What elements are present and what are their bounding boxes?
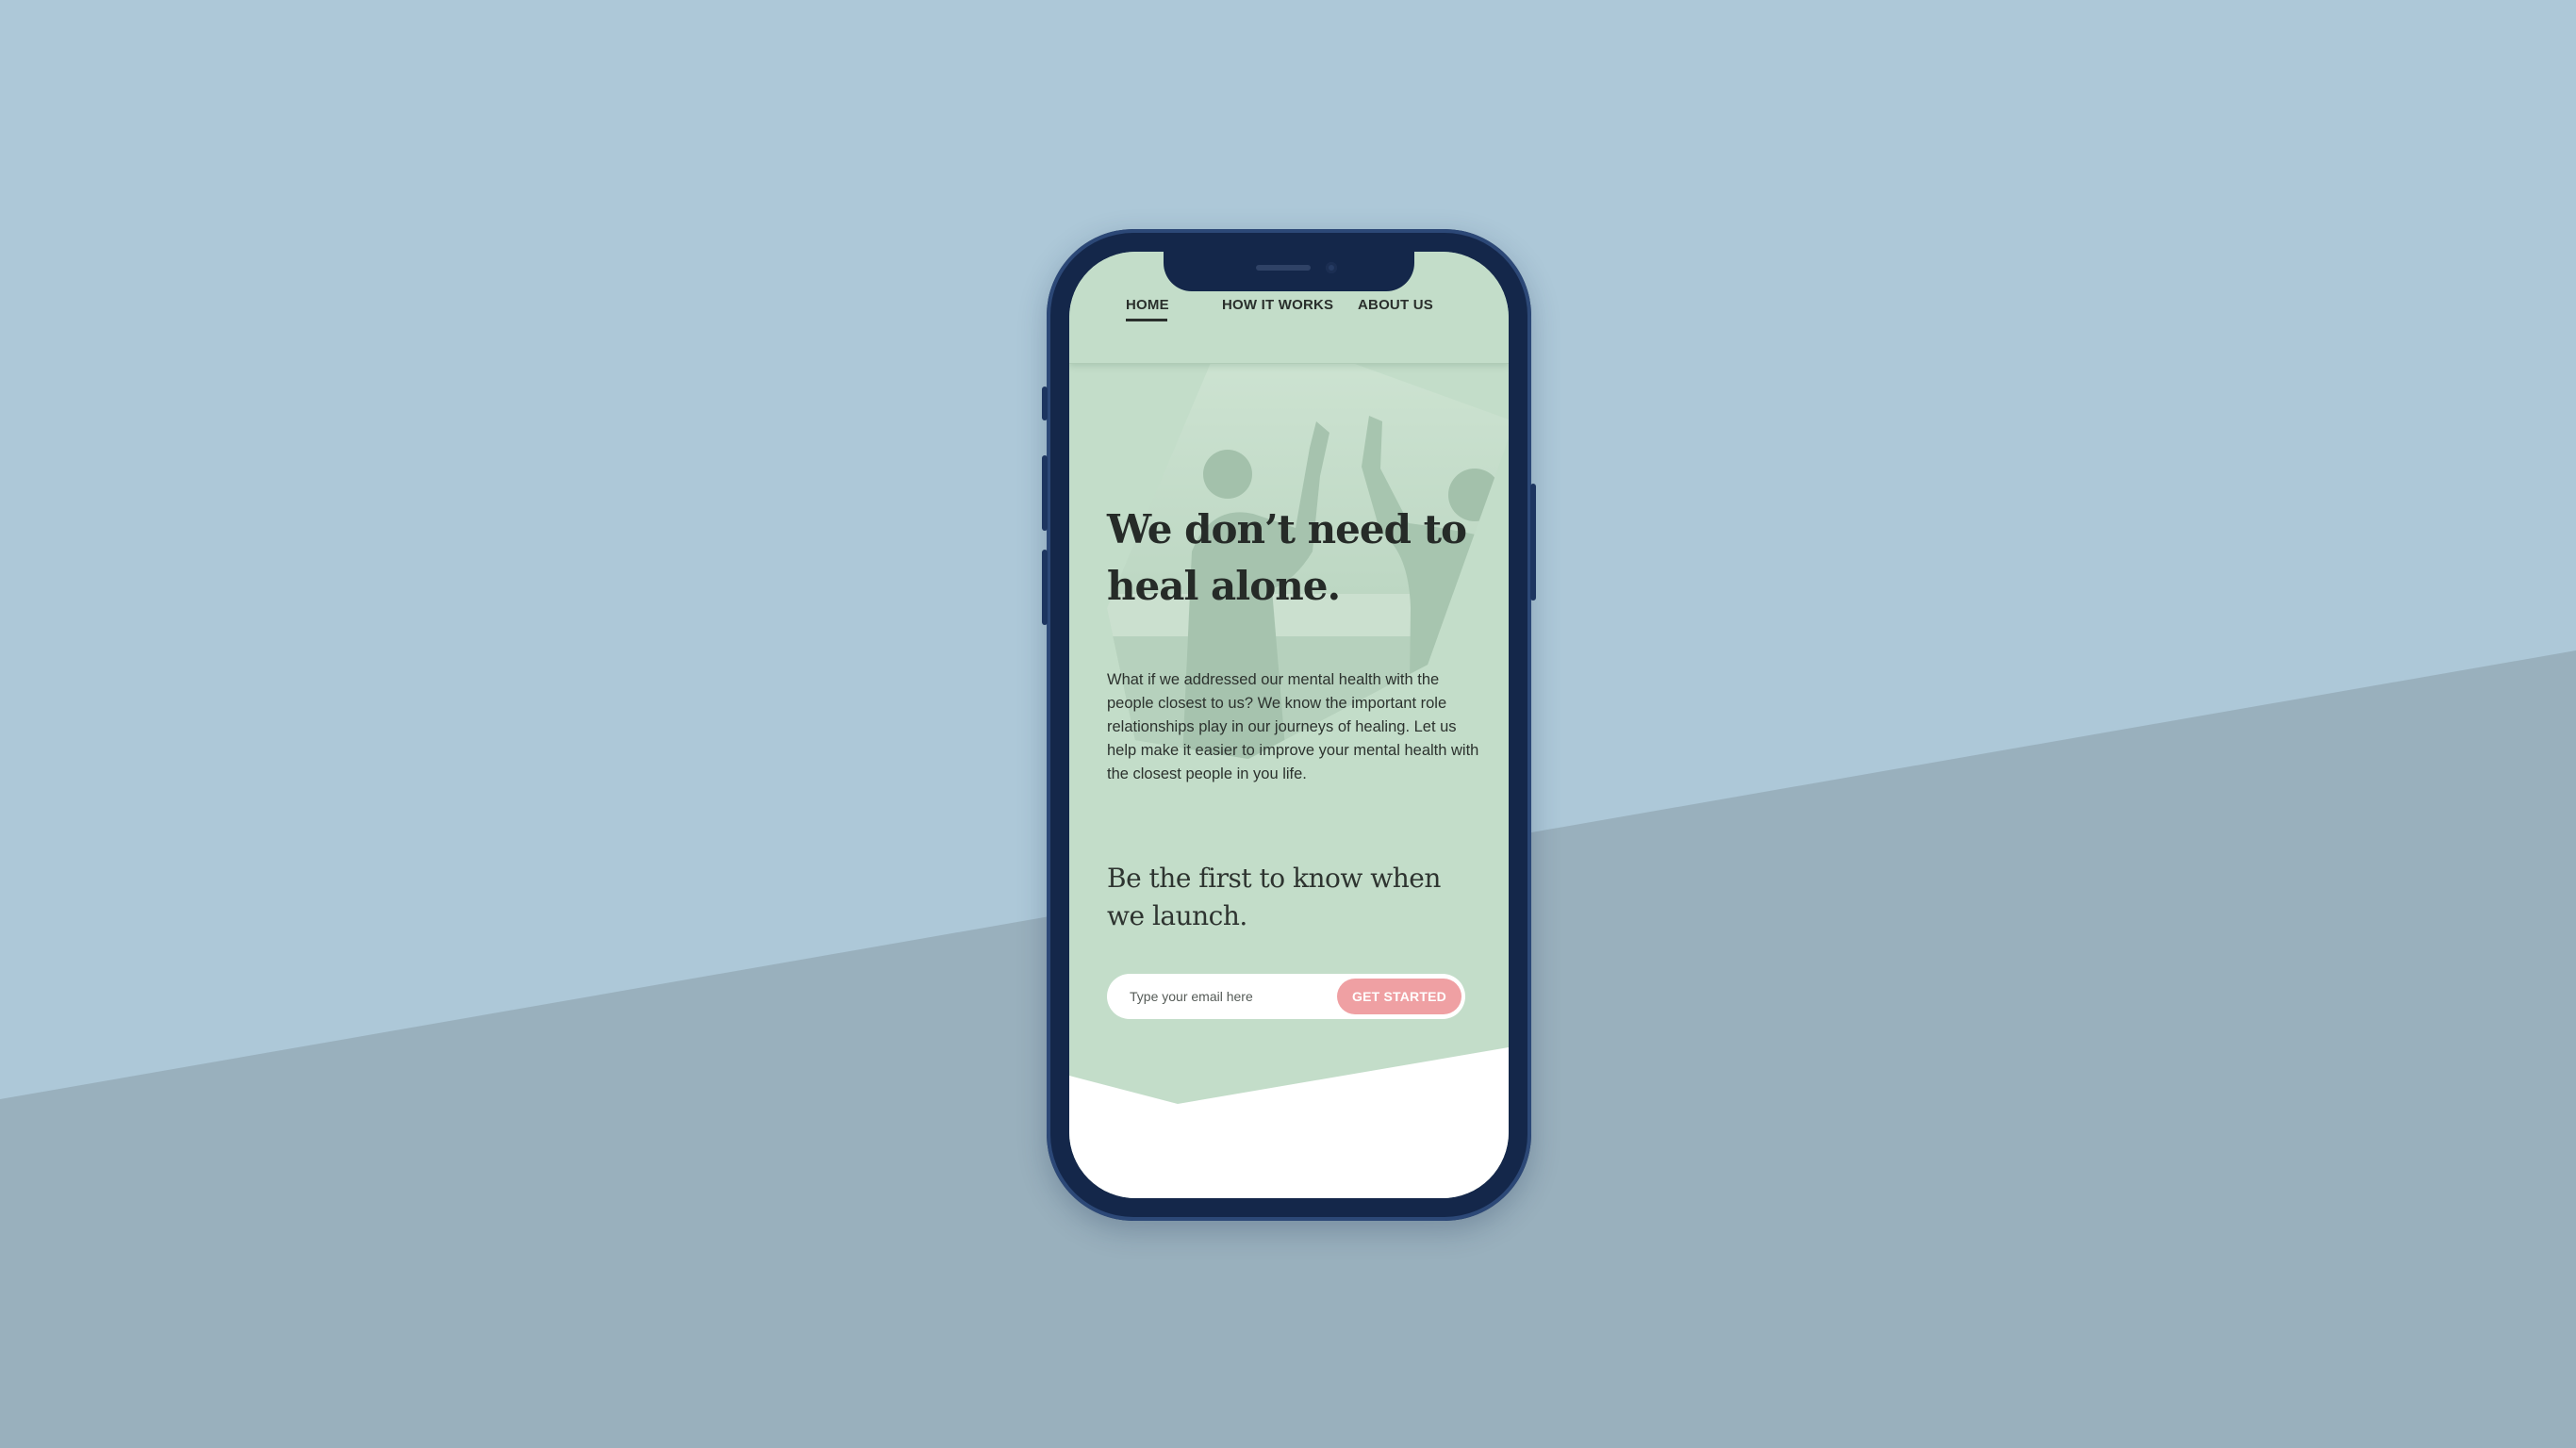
- phone-volume-down-button: [1042, 550, 1048, 625]
- phone-mockup: HOME HOW IT WORKS ABOUT US We don’t need…: [1042, 229, 1536, 1221]
- nav-about-us-link[interactable]: ABOUT US: [1358, 297, 1433, 313]
- phone-notch: [1164, 252, 1414, 291]
- nav-how-it-works-link[interactable]: HOW IT WORKS: [1222, 297, 1333, 313]
- front-camera: [1326, 262, 1337, 273]
- nav-home-link[interactable]: HOME: [1126, 297, 1169, 313]
- mockup-stage: HOME HOW IT WORKS ABOUT US We don’t need…: [0, 0, 2576, 1448]
- email-signup-form: GET STARTED: [1107, 974, 1465, 1019]
- hero-intro-text: What if we addressed our mental health w…: [1107, 671, 1479, 782]
- phone-screen: HOME HOW IT WORKS ABOUT US We don’t need…: [1069, 252, 1509, 1198]
- phone-silent-switch: [1042, 387, 1048, 420]
- hero-headline: We don’t need to heal alone.: [1107, 506, 1467, 609]
- phone-volume-up-button: [1042, 455, 1048, 531]
- nav-active-indicator: [1126, 319, 1167, 321]
- speaker-grille: [1256, 265, 1311, 271]
- phone-power-button: [1530, 484, 1536, 601]
- get-started-button[interactable]: GET STARTED: [1337, 979, 1461, 1014]
- email-input[interactable]: [1130, 974, 1337, 1019]
- bottom-wave-divider: [1069, 1047, 1509, 1198]
- launch-heading: Be the first to know when we launch.: [1107, 863, 1441, 931]
